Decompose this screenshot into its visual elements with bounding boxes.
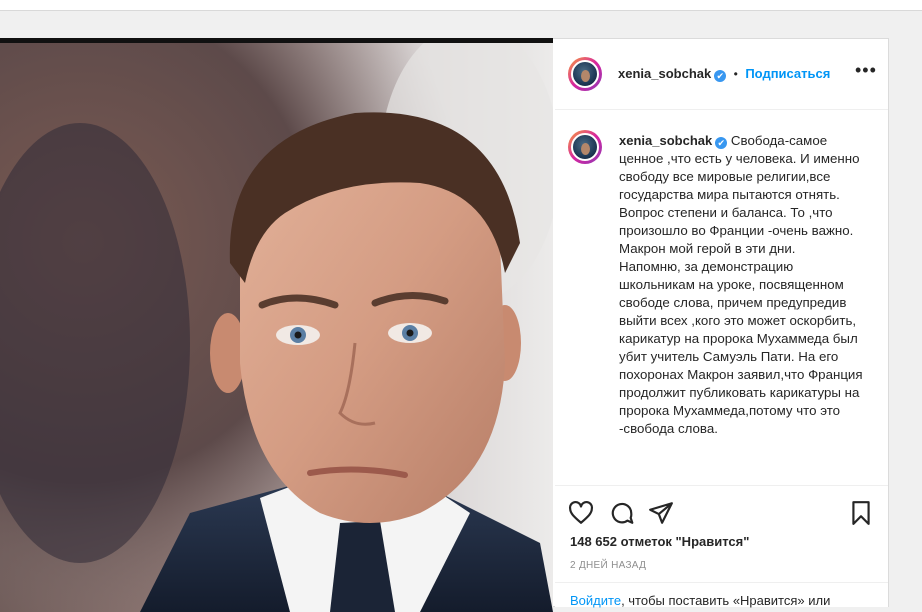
caption-username[interactable]: xenia_sobchak [619,133,712,148]
header-avatar[interactable] [568,57,602,91]
header-username[interactable]: xenia_sobchak [618,66,711,81]
caption-block: xenia_sobchak ✔ Свобода-самое ценное ,что… [619,132,865,438]
caption-avatar[interactable] [568,130,602,164]
verified-icon: ✔ [714,70,727,82]
caption-text: Свобода-самое ценное ,что есть у человек… [619,133,863,436]
separator-dot: • [733,67,738,81]
caption-scroll-area[interactable]: xenia_sobchak ✔ Свобода-самое ценное ,что… [555,110,888,484]
login-prompt-text: , чтобы поставить «Нравится» или [621,593,831,608]
post-photo[interactable] [0,38,553,612]
post-header: xenia_sobchak ✔ • Подписаться ••• [555,39,888,110]
comment-icon[interactable] [609,500,635,526]
post-actions: 148 652 отметок "Нравится" 2 ДНЕЙ НАЗАД … [555,485,888,608]
heart-icon[interactable] [568,500,594,526]
more-options-icon[interactable]: ••• [855,61,877,79]
follow-button[interactable]: Подписаться [745,66,830,81]
post-side-panel: xenia_sobchak ✔ • Подписаться ••• xenia_s… [555,39,888,608]
login-prompt: Войдите, чтобы поставить «Нравится» или [555,582,888,609]
browser-top-strip [0,0,922,11]
portrait-image [0,43,553,612]
likes-count[interactable]: 148 652 отметок "Нравится" [570,534,749,549]
bookmark-icon[interactable] [848,500,874,526]
header-user-line: xenia_sobchak ✔ • Подписаться [618,65,830,83]
share-icon[interactable] [648,500,674,526]
login-link[interactable]: Войдите [570,593,621,608]
post-date[interactable]: 2 ДНЕЙ НАЗАД [570,560,646,571]
caption-verified-icon: ✔ [715,137,728,149]
